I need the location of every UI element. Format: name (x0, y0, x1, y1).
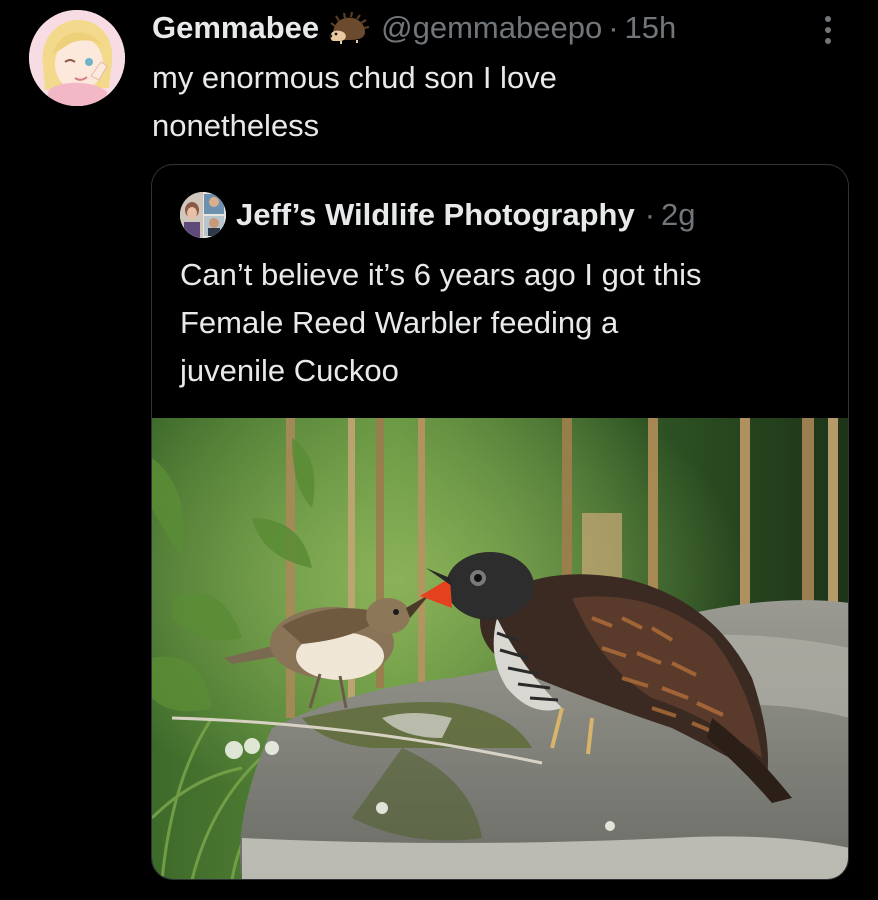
header-separator: · (608, 10, 619, 45)
tweet-header: Gemmabee @gemmabeepo · 15h (152, 8, 676, 48)
hedgehog-icon (327, 11, 370, 44)
author-handle[interactable]: @gemmabeepo (381, 8, 602, 48)
quoted-author-display-name[interactable]: Jeff’s Wildlife Photography (236, 197, 635, 233)
quoted-text-line-2: Female Reed Warbler feeding a (180, 305, 619, 340)
author-display-name[interactable]: Gemmabee (152, 8, 319, 48)
quoted-tweet-timestamp[interactable]: 2g (661, 197, 695, 233)
quoted-tweet-header: Jeff’s Wildlife Photography · 2g (180, 189, 696, 241)
tweet-text-line-1: my enormous chud son I love (152, 60, 557, 95)
quoted-tweet-card[interactable]: Jeff’s Wildlife Photography · 2g Can’t b… (151, 164, 849, 880)
quoted-text-line-3: juvenile Cuckoo (180, 353, 399, 388)
quoted-text-line-1: Can’t believe it’s 6 years ago I got thi… (180, 257, 702, 292)
tweet-timestamp[interactable]: 15h (625, 8, 677, 48)
tweet-text-line-2: nonetheless (152, 108, 320, 143)
quoted-tweet-photo[interactable] (152, 418, 848, 879)
tweet-text: my enormous chud son I love nonetheless (152, 54, 812, 150)
more-options-icon[interactable] (816, 12, 840, 48)
quoted-header-separator: · (644, 197, 656, 232)
quoted-author-avatar[interactable] (180, 192, 226, 238)
quoted-tweet-text: Can’t believe it’s 6 years ago I got thi… (180, 251, 830, 395)
author-avatar[interactable] (29, 10, 125, 106)
tweet[interactable]: Gemmabee @gemmabeepo · 15h my enormous c… (0, 0, 878, 900)
